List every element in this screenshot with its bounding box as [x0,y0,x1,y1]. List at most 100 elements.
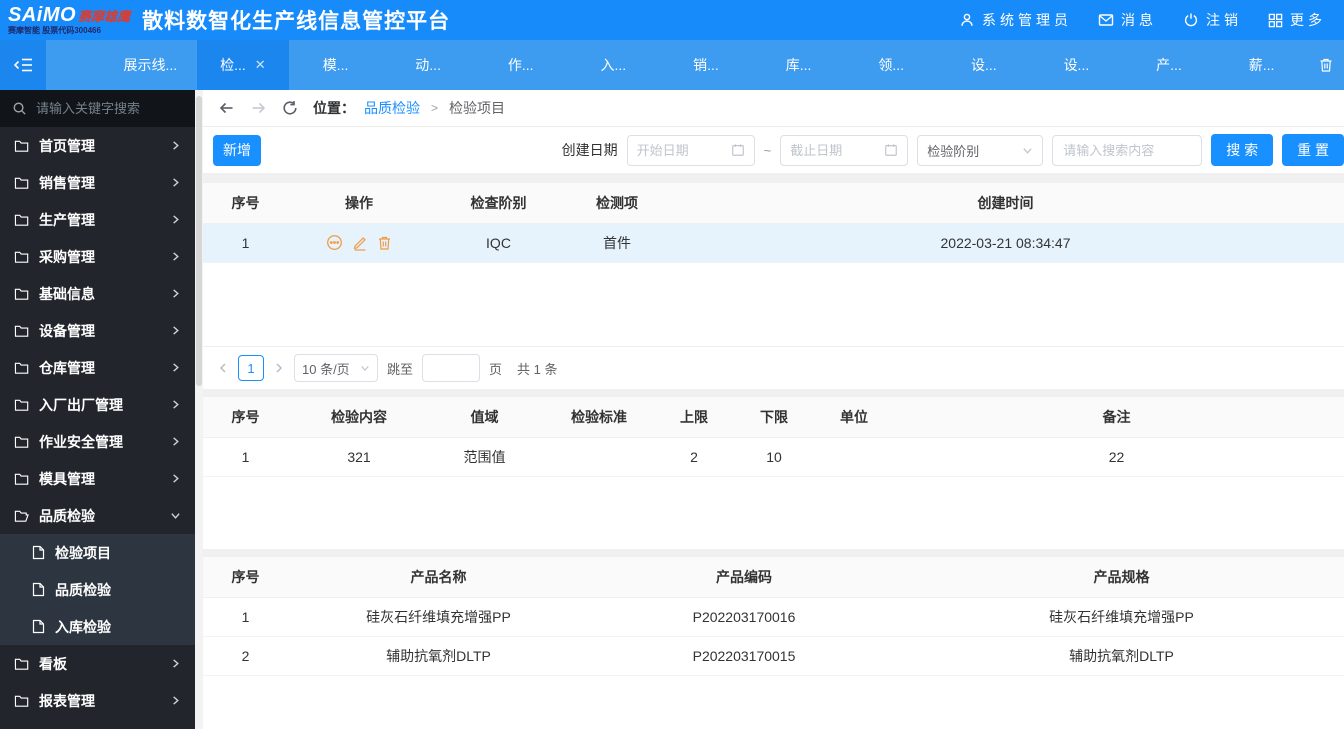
chevron-right-icon [170,658,181,669]
inspection-stage-select[interactable]: 检验阶别 [917,134,1044,166]
logo-subtitle: 赛摩智能 股票代码300466 [8,26,101,35]
sidebar-item-in-out-factory[interactable]: 入厂出厂管理 [0,386,195,423]
close-all-tabs-button[interactable] [1308,40,1344,90]
col-remark: 备注 [889,397,1344,438]
delete-icon[interactable] [377,235,392,251]
keyword-search-input[interactable] [1052,134,1203,166]
messages-button[interactable]: 消息 [1098,10,1157,30]
tab-label: 销... [693,57,719,73]
table-row[interactable]: 1 IQC 首件 2022-03-21 08:34:47 [203,223,1344,263]
tab-item[interactable]: 库... [752,40,845,90]
sidebar-item-home[interactable]: 首页管理 [0,127,195,164]
tab-item[interactable]: 动... [382,40,475,90]
submenu-item-inspection-items[interactable]: 检验项目 [0,534,195,571]
col-item: 检测项 [567,183,667,224]
sidebar-item-quality-inspection[interactable]: 品质检验 [0,497,195,534]
scrollbar-thumb[interactable] [196,96,202,386]
folder-icon [14,694,29,708]
tab-item[interactable]: 薪... [1215,40,1308,90]
edit-icon[interactable] [352,235,368,251]
add-button[interactable]: 新增 [213,134,261,166]
start-date-input[interactable] [636,142,717,158]
tab-item[interactable]: 展示线... [104,40,197,90]
table-header-row: 序号 产品名称 产品编码 产品规格 [203,557,1344,598]
back-icon[interactable] [218,100,235,116]
inspection-items-table: 序号 操作 检查阶别 检测项 创建时间 1 IQC 首件 2022-03-21 … [203,183,1344,263]
detail-icon[interactable] [326,234,343,251]
tab-label: 动... [415,57,441,73]
sidebar-item-sales[interactable]: 销售管理 [0,164,195,201]
table-row[interactable]: 2 辅助抗氧剂DLTP P202203170015 辅助抗氧剂DLTP [203,636,1344,676]
end-date-picker[interactable] [780,134,909,166]
brand-logo: SAiMO 赛摩雄鹰 赛摩智能 股票代码300466 [8,5,130,35]
file-icon [32,619,45,634]
sidebar-item-equipment[interactable]: 设备管理 [0,312,195,349]
table-header-row: 序号 操作 检查阶别 检测项 创建时间 [203,183,1344,224]
inspection-detail-panel: 序号 检验内容 值域 检验标准 上限 下限 单位 备注 1 321 范围值 2 [203,397,1344,549]
jump-page-input[interactable] [422,354,481,382]
logout-button[interactable]: 注销 [1183,10,1242,30]
tab-label: 检... [220,57,246,73]
tab-item-active[interactable]: 检... ✕ [196,40,290,90]
sidebar-item-work-safety[interactable]: 作业安全管理 [0,423,195,460]
breadcrumb-parent-link[interactable]: 品质检验 [364,98,420,118]
main-content: 位置： 品质检验 > 检验项目 新增 创建日期 ~ 检验阶别 搜 索 重 置 [203,90,1344,729]
chevron-right-icon [170,214,181,225]
sidebar-item-base-info[interactable]: 基础信息 [0,275,195,312]
user-menu[interactable]: 系统管理员 [959,10,1072,30]
submenu-item-label: 入库检验 [55,618,111,635]
inspection-detail-table: 序号 检验内容 值域 检验标准 上限 下限 单位 备注 1 321 范围值 2 [203,397,1344,477]
table-row[interactable]: 1 硅灰石纤维填充增强PP P202203170016 硅灰石纤维填充增强PP [203,597,1344,637]
tab-close-icon[interactable]: ✕ [255,57,266,73]
sidebar-item-label: 设备管理 [39,322,95,339]
folder-icon [14,324,29,338]
sidebar-scrollbar[interactable] [195,90,203,729]
page-size-select[interactable]: 10 条/页 [294,354,378,382]
user-icon [959,12,975,28]
page-number[interactable]: 1 [238,355,264,381]
stage-select-value: 检验阶别 [927,143,980,159]
folder-icon [14,657,29,671]
logo-text: SAiMO [8,4,77,26]
filter-group: 创建日期 ~ 检验阶别 搜 索 重 置 [562,134,1344,166]
tab-item[interactable]: 设... [937,40,1030,90]
sidebar-search-input[interactable] [36,101,212,116]
cell-item: 首件 [567,223,667,263]
forward-icon[interactable] [250,100,267,116]
next-page-icon[interactable] [273,362,285,374]
prev-page-icon[interactable] [217,362,229,374]
start-date-picker[interactable] [626,134,755,166]
logo-accent-text: 赛摩雄鹰 [78,9,131,24]
sidebar-item-mold[interactable]: 模具管理 [0,460,195,497]
sidebar-item-purchasing[interactable]: 采购管理 [0,238,195,275]
sidebar-item-production[interactable]: 生产管理 [0,201,195,238]
refresh-icon[interactable] [282,100,298,116]
cell-seq: 2 [203,636,288,676]
submenu-item-quality-inspection[interactable]: 品质检验 [0,571,195,608]
sidebar-item-dashboard[interactable]: 看板 [0,645,195,682]
sidebar-item-warehouse[interactable]: 仓库管理 [0,349,195,386]
sidebar-item-reports[interactable]: 报表管理 [0,682,195,719]
tab-item[interactable]: 模... [289,40,382,90]
table-row[interactable]: 1 321 范围值 2 10 22 [203,437,1344,477]
tab-bar: 展示线... 检... ✕ 模... 动... 作... 入... 销... 库… [0,40,1344,90]
reset-button[interactable]: 重 置 [1282,134,1344,166]
tab-item[interactable]: 销... [660,40,753,90]
header-actions: 系统管理员 消息 注销 更多 [959,10,1326,30]
sidebar-collapse-button[interactable] [0,40,46,90]
date-range-separator: ~ [763,142,772,158]
quality-submenu: 检验项目 品质检验 入库检验 [0,534,195,645]
tab-item[interactable]: 产... [1123,40,1216,90]
cell-product-code: P202203170015 [589,636,899,676]
more-button[interactable]: 更多 [1268,10,1326,30]
submenu-item-warehouse-inspection[interactable]: 入库检验 [0,608,195,645]
tab-item[interactable]: 领... [845,40,938,90]
tab-item[interactable]: 入... [567,40,660,90]
end-date-input[interactable] [790,142,871,158]
tab-item[interactable]: 作... [474,40,567,90]
search-button[interactable]: 搜 索 [1211,134,1274,166]
tab-item[interactable]: 设... [1030,40,1123,90]
file-icon [32,545,45,560]
filter-toolbar: 新增 创建日期 ~ 检验阶别 搜 索 重 置 [203,127,1344,173]
